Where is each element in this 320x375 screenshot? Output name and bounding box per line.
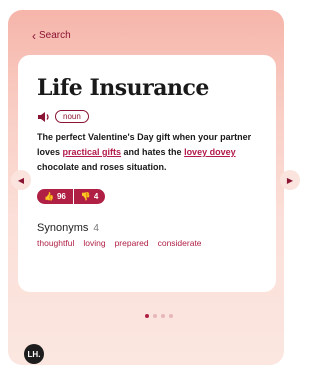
vote-buttons: 👍 96 👎 4 [37,189,258,204]
synonyms-heading: Synonyms 4 [37,222,258,234]
downvote-button[interactable]: 👎 4 [73,189,106,204]
pagination-dot[interactable] [169,314,173,318]
definition-part: chocolate and roses situation. [37,162,167,172]
synonym-link[interactable]: considerate [158,238,202,248]
word-title: Life Insurance [37,75,209,101]
definition-part: and hates the [121,147,185,157]
pronunciation-row: noun [37,110,258,123]
part-of-speech-badge: noun [55,110,89,123]
thumbs-up-icon: 👍 [44,192,54,201]
thumbs-down-icon: 👎 [80,192,91,201]
synonyms-list: thoughtful loving prepared considerate [37,238,258,248]
definition-text: The perfect Valentine's Day gift when yo… [37,130,262,175]
word-card: Life Insurance noun The perfect Valentin… [18,55,276,292]
pagination-dot-active[interactable] [145,314,149,318]
downvote-count: 4 [93,192,99,201]
back-label: Search [39,30,71,41]
app-logo: LH. [24,344,44,364]
synonyms-count: 4 [93,223,99,234]
synonym-link[interactable]: loving [83,238,105,248]
back-to-search-button[interactable]: ‹ Search [32,28,71,43]
definition-link-practical-gifts[interactable]: practical gifts [63,147,122,157]
pagination-dot[interactable] [161,314,165,318]
chevron-left-icon: ‹ [32,28,36,43]
synonym-link[interactable]: prepared [115,238,149,248]
upvote-count: 96 [56,192,66,201]
chevron-left-icon: ◀ [17,175,25,185]
speaker-icon[interactable] [37,111,51,123]
chevron-right-icon: ▶ [286,175,294,185]
carousel-pagination [145,314,173,318]
synonym-link[interactable]: thoughtful [37,238,74,248]
previous-card-button[interactable]: ◀ [11,170,31,190]
synonyms-label: Synonyms [37,222,89,234]
upvote-button[interactable]: 👍 96 [37,189,73,204]
next-card-button[interactable]: ▶ [280,170,300,190]
definition-link-lovey-dovey[interactable]: lovey dovey [184,147,236,157]
pagination-dot[interactable] [153,314,157,318]
